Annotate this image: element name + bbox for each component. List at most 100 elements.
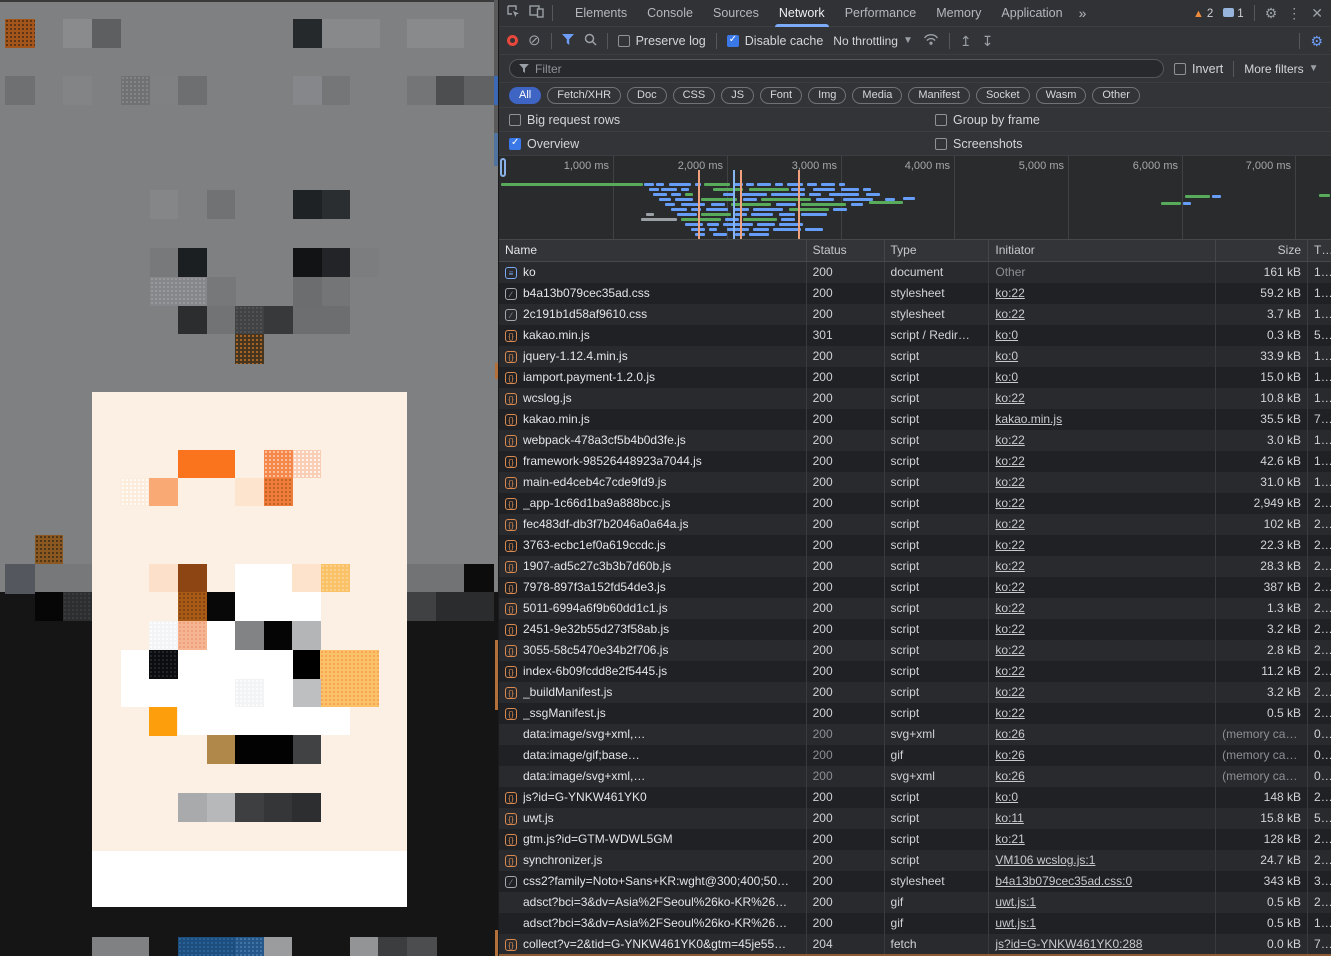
filter-toggle-icon[interactable]: [562, 34, 574, 48]
filter-chip-css[interactable]: CSS: [673, 87, 716, 104]
warnings-badge[interactable]: ▲2: [1193, 6, 1213, 20]
table-row[interactable]: {}data:image/svg+xml,…200svg+xmlko:26(me…: [499, 766, 1331, 787]
checkbox-unchecked[interactable]: [1174, 63, 1186, 75]
initiator-link[interactable]: uwt.js:1: [995, 895, 1036, 909]
initiator-link[interactable]: ko:0: [995, 370, 1018, 384]
initiator-link[interactable]: ko:22: [995, 622, 1024, 636]
checkbox-checked[interactable]: [509, 138, 521, 150]
column-header-type[interactable]: Type: [885, 240, 990, 261]
issues-badge[interactable]: 1: [1223, 6, 1243, 20]
search-icon[interactable]: [584, 33, 597, 49]
checkbox-unchecked[interactable]: [509, 114, 521, 126]
filter-chip-all[interactable]: All: [509, 87, 541, 104]
initiator-link[interactable]: ko:22: [995, 286, 1024, 300]
table-row[interactable]: {}js?id=G-YNKW461YK0200scriptko:0148 kB2…: [499, 787, 1331, 808]
table-row[interactable]: {}webpack-478a3cf5b4b0d3fe.js200scriptko…: [499, 430, 1331, 451]
checkbox-unchecked[interactable]: [935, 138, 947, 150]
initiator-link[interactable]: ko:26: [995, 769, 1024, 783]
initiator-link[interactable]: ko:22: [995, 706, 1024, 720]
initiator-link[interactable]: ko:22: [995, 538, 1024, 552]
network-conditions-icon[interactable]: [923, 33, 939, 49]
initiator-link[interactable]: b4a13b079cec35ad.css:0: [995, 874, 1132, 888]
filter-input[interactable]: Filter: [509, 59, 1164, 78]
filter-chip-fetchxhr[interactable]: Fetch/XHR: [547, 87, 621, 104]
table-row[interactable]: {}5011-6994a6f9b60dd1c1.js200scriptko:22…: [499, 598, 1331, 619]
table-row[interactable]: {}kakao.min.js200scriptkakao.min.js35.5 …: [499, 409, 1331, 430]
filter-chip-js[interactable]: JS: [721, 87, 754, 104]
table-row[interactable]: ∕2c191b1d58af9610.css200stylesheetko:223…: [499, 304, 1331, 325]
table-row[interactable]: ∕css2?family=Noto+Sans+KR:wght@300;400;5…: [499, 871, 1331, 892]
tab-elements[interactable]: Elements: [565, 0, 637, 27]
table-row[interactable]: {}_ssgManifest.js200scriptko:220.5 kB2…: [499, 703, 1331, 724]
table-row[interactable]: {}synchronizer.js200scriptVM106 wcslog.j…: [499, 850, 1331, 871]
initiator-link[interactable]: ko:26: [995, 727, 1024, 741]
tab-performance[interactable]: Performance: [835, 0, 927, 27]
filter-chip-other[interactable]: Other: [1092, 87, 1140, 104]
initiator-link[interactable]: ko:22: [995, 496, 1024, 510]
record-button[interactable]: [507, 35, 518, 46]
checkbox-unchecked[interactable]: [935, 114, 947, 126]
table-row[interactable]: {}collect?v=2&tid=G-YNKW461YK0&gtm=45je5…: [499, 934, 1331, 955]
throttling-dropdown[interactable]: No throttling ▼: [833, 34, 913, 48]
filter-chip-doc[interactable]: Doc: [627, 87, 667, 104]
initiator-link[interactable]: ko:22: [995, 391, 1024, 405]
table-row[interactable]: {}_buildManifest.js200scriptko:223.2 kB2…: [499, 682, 1331, 703]
network-settings-gear-icon[interactable]: ⚙: [1310, 34, 1323, 48]
table-row[interactable]: {}2451-9e32b55d273f58ab.js200scriptko:22…: [499, 619, 1331, 640]
overview-checkbox[interactable]: Overview: [509, 137, 579, 151]
filter-chip-img[interactable]: Img: [808, 87, 846, 104]
more-tabs-chevron-icon[interactable]: »: [1073, 0, 1093, 27]
big-request-rows-checkbox[interactable]: Big request rows: [509, 113, 620, 127]
column-header-t[interactable]: T…: [1308, 240, 1331, 261]
table-row[interactable]: {}3763-ecbc1ef0a619ccdc.js200scriptko:22…: [499, 535, 1331, 556]
table-row[interactable]: {}main-ed4ceb4c7cde9fd9.js200scriptko:22…: [499, 472, 1331, 493]
table-row[interactable]: {}framework-98526448923a7044.js200script…: [499, 451, 1331, 472]
tab-sources[interactable]: Sources: [703, 0, 769, 27]
table-row[interactable]: {}7978-897f3a152fd54de3.js200scriptko:22…: [499, 577, 1331, 598]
initiator-link[interactable]: ko:22: [995, 454, 1024, 468]
initiator-link[interactable]: ko:22: [995, 664, 1024, 678]
filter-chip-socket[interactable]: Socket: [976, 87, 1030, 104]
initiator-link[interactable]: ko:26: [995, 748, 1024, 762]
tab-console[interactable]: Console: [637, 0, 703, 27]
table-row[interactable]: {}iamport.payment-1.2.0.js200scriptko:01…: [499, 367, 1331, 388]
browser-page[interactable]: [0, 0, 498, 956]
initiator-link[interactable]: ko:11: [995, 811, 1023, 825]
invert-checkbox[interactable]: Invert: [1174, 62, 1223, 76]
initiator-link[interactable]: ko:22: [995, 559, 1024, 573]
clear-network-log-icon[interactable]: ⊘: [528, 33, 541, 48]
disable-cache-checkbox[interactable]: Disable cache: [727, 34, 824, 48]
initiator-link[interactable]: ko:22: [995, 643, 1024, 657]
initiator-link[interactable]: ko:0: [995, 790, 1018, 804]
initiator-link[interactable]: ko:22: [995, 580, 1024, 594]
close-devtools-icon[interactable]: ✕: [1311, 6, 1323, 20]
initiator-link[interactable]: ko:22: [995, 517, 1024, 531]
import-har-icon[interactable]: ↧: [982, 34, 994, 48]
column-header-size[interactable]: Size: [1216, 240, 1308, 261]
export-har-icon[interactable]: ↥: [960, 34, 972, 48]
column-header-status[interactable]: Status: [807, 240, 885, 261]
checkbox-checked[interactable]: [727, 35, 739, 47]
initiator-link[interactable]: kakao.min.js: [995, 412, 1062, 426]
table-row[interactable]: {}gtm.js?id=GTM-WDWL5GM200scriptko:21128…: [499, 829, 1331, 850]
tab-memory[interactable]: Memory: [926, 0, 991, 27]
inspect-element-icon[interactable]: [507, 5, 521, 22]
initiator-link[interactable]: ko:22: [995, 307, 1024, 321]
column-header-initiator[interactable]: Initiator: [989, 240, 1216, 261]
table-row[interactable]: {}index-6b09fcdd8e2f5445.js200scriptko:2…: [499, 661, 1331, 682]
initiator-link[interactable]: ko:22: [995, 685, 1024, 699]
tab-application[interactable]: Application: [991, 0, 1072, 27]
initiator-link[interactable]: ko:21: [995, 832, 1024, 846]
table-row[interactable]: {}data:image/gif;base…200gifko:26(memory…: [499, 745, 1331, 766]
table-row[interactable]: {}_app-1c66d1ba9a888bcc.js200scriptko:22…: [499, 493, 1331, 514]
table-row[interactable]: {}kakao.min.js301script / Redir…ko:00.3 …: [499, 325, 1331, 346]
settings-gear-icon[interactable]: ⚙: [1265, 6, 1278, 20]
table-row[interactable]: {}wcslog.js200scriptko:2210.8 kB1…: [499, 388, 1331, 409]
device-toolbar-icon[interactable]: [529, 5, 544, 21]
table-row[interactable]: {}3055-58c5470e34b2f706.js200scriptko:22…: [499, 640, 1331, 661]
initiator-link[interactable]: js?id=G-YNKW461YK0:288: [995, 937, 1142, 951]
network-overview-timeline[interactable]: 1,000 ms2,000 ms3,000 ms4,000 ms5,000 ms…: [499, 156, 1331, 240]
more-filters-button[interactable]: More filters ▼: [1244, 62, 1318, 76]
initiator-link[interactable]: VM106 wcslog.js:1: [995, 853, 1095, 867]
screenshots-checkbox[interactable]: Screenshots: [935, 137, 1022, 151]
